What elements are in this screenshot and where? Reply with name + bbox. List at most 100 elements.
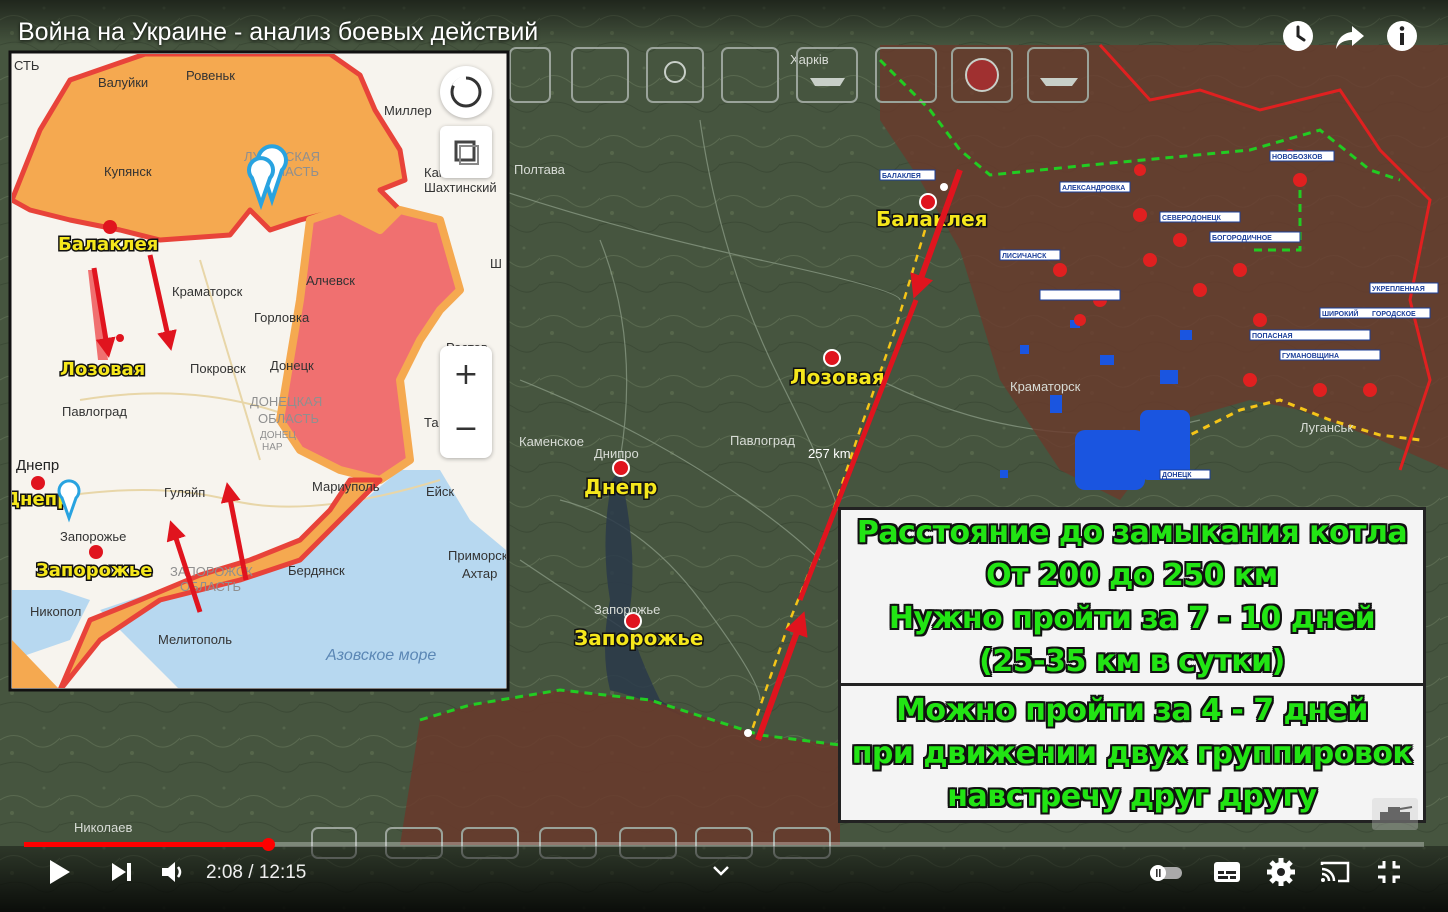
region-label: ДОНЕЦКАЯ <box>250 394 322 409</box>
compass-icon <box>450 76 482 108</box>
unit-label: НОВОБОЗКОВ <box>1272 154 1322 161</box>
progress-played <box>24 842 268 847</box>
next-icon <box>112 863 131 881</box>
cast-button[interactable] <box>1318 855 1352 889</box>
town-label: Бердянск <box>288 563 345 578</box>
autoplay-toggle[interactable] <box>1146 855 1186 889</box>
info-box: Расстояние до замыкания котла От 200 до … <box>838 507 1426 823</box>
play-button[interactable] <box>42 855 76 889</box>
town-label: Павлоград <box>730 433 795 448</box>
autoplay-toggle-icon <box>1150 865 1182 881</box>
main-city-label: Балаклея <box>876 207 988 231</box>
subtitles-icon <box>1214 862 1240 882</box>
next-button[interactable] <box>104 855 138 889</box>
town-label: Днипро <box>594 446 639 461</box>
info-line: Можно пройти за 4 - 7 дней <box>896 692 1368 728</box>
volume-icon <box>162 862 182 882</box>
distance-label: 257 km <box>808 446 851 461</box>
town-label: Та <box>424 415 439 430</box>
share-button[interactable] <box>1332 18 1368 54</box>
channel-watermark[interactable] <box>1372 798 1418 830</box>
watch-later-icon <box>1283 21 1313 51</box>
region-label: НАР <box>262 442 283 453</box>
tank-icon <box>1380 806 1413 820</box>
main-city-label: Лозовая <box>790 365 885 389</box>
info-line: навстречу друг другу <box>947 778 1317 814</box>
play-icon <box>50 860 70 884</box>
info-line: при движении двух группировок <box>851 735 1413 771</box>
zoom-control: + − <box>440 346 492 458</box>
unit-label: ЛИСИЧАНСК <box>1002 253 1047 260</box>
inset-city-label: Лозовая <box>60 359 145 380</box>
inset-city-label: Запорожье <box>36 560 153 581</box>
region-label: ДОНЕЦ <box>260 430 296 441</box>
video-player[interactable]: Балаклея Лозовая Днепр Запорожье Полтава… <box>0 0 1448 912</box>
town-label: Краматорск <box>172 284 243 299</box>
unit-label: БОГОРОДИЧНОЕ <box>1212 235 1272 242</box>
town-label: Харків <box>790 52 829 67</box>
time-separator: / <box>242 862 259 883</box>
inset-map: ЛУГАНСКАЯ ОБЛАСТЬ ДОНЕЦКАЯ ОБЛАСТЬ ДОНЕЦ… <box>8 50 510 692</box>
cast-icon <box>1320 861 1350 883</box>
sea-label: Азовское море <box>325 647 436 664</box>
fullscreen-icon <box>1378 861 1400 883</box>
unit-label: УКРЕПЛЕННАЯ <box>1372 286 1425 293</box>
settings-icon <box>1267 858 1295 886</box>
town-label: Запорожье <box>594 602 660 617</box>
info-button[interactable] <box>1384 18 1420 54</box>
town-label: Луганськ <box>1300 420 1353 435</box>
info-line: Нужно пройти за 7 - 10 дней <box>888 600 1376 636</box>
town-label: Гуляйп <box>164 485 205 500</box>
time-display: 2:08 / 12:15 <box>206 862 306 884</box>
main-city-label: Запорожье <box>574 626 703 650</box>
video-title[interactable]: Война на Украине - анализ боевых действи… <box>18 18 538 47</box>
layers-button[interactable] <box>440 126 492 178</box>
town-label: Горловка <box>254 310 310 325</box>
town-label: Краматорск <box>1010 379 1081 394</box>
info-line: (25-35 км в сутки) <box>979 643 1285 679</box>
progress-bar[interactable] <box>24 838 1424 851</box>
town-label: Алчевск <box>306 273 355 288</box>
subtitles-button[interactable] <box>1210 855 1244 889</box>
inset-city-label: Балаклея <box>58 234 158 255</box>
town-label: Купянск <box>104 164 152 179</box>
unit-label: БАЛАКЛЕЯ <box>882 173 921 180</box>
unit-label: ГОРОДСКОЕ <box>1372 311 1416 318</box>
town-label: Ахтар <box>462 566 497 581</box>
region-label: ОБЛАСТЬ <box>258 411 319 426</box>
unit-label: ШИРОКИЙ <box>1322 309 1358 318</box>
main-city-label: Днепр <box>584 475 657 499</box>
time-current: 2:08 <box>206 862 243 883</box>
watch-later-button[interactable] <box>1280 18 1316 54</box>
town-label: СТЬ <box>14 58 39 73</box>
town-label: Миллер <box>384 103 432 118</box>
town-label: Каменское <box>519 434 584 449</box>
unit-label: ГУМАНОВЩИНА <box>1282 353 1339 360</box>
zoom-out-button[interactable]: − <box>440 406 492 452</box>
unit-label: СЕВЕРОДОНЕЦК <box>1162 215 1222 222</box>
info-icon <box>1387 21 1417 51</box>
info-box-upper: Расстояние до замыкания котла От 200 до … <box>841 510 1423 686</box>
settings-button[interactable] <box>1264 855 1298 889</box>
chapters-button[interactable] <box>704 855 738 889</box>
unit-label: ПОПАСНАЯ <box>1252 333 1293 340</box>
town-label: Полтава <box>514 162 566 177</box>
town-label: Павлоград <box>62 404 127 419</box>
zoom-in-button[interactable]: + <box>440 352 492 398</box>
inset-city-label: Днепр <box>16 457 59 474</box>
town-label: Приморск <box>448 548 508 563</box>
info-line: От 200 до 250 км <box>986 557 1278 593</box>
town-label: Мелитополь <box>158 632 232 647</box>
volume-button[interactable] <box>156 855 190 889</box>
inset-map-controls: + − <box>440 66 494 466</box>
fullscreen-button[interactable] <box>1372 855 1406 889</box>
layers-icon <box>454 140 479 165</box>
unit-label: ДОНЕЦК <box>1162 472 1192 479</box>
town-label: Ейск <box>426 484 454 499</box>
info-box-lower: Можно пройти за 4 - 7 дней при движении … <box>841 686 1423 820</box>
town-label: Ровеньк <box>186 68 235 83</box>
compass-button[interactable] <box>440 66 492 118</box>
progress-scrubber[interactable] <box>261 838 275 851</box>
town-label: Валуйки <box>98 75 148 90</box>
town-label: Николаев <box>74 820 132 835</box>
